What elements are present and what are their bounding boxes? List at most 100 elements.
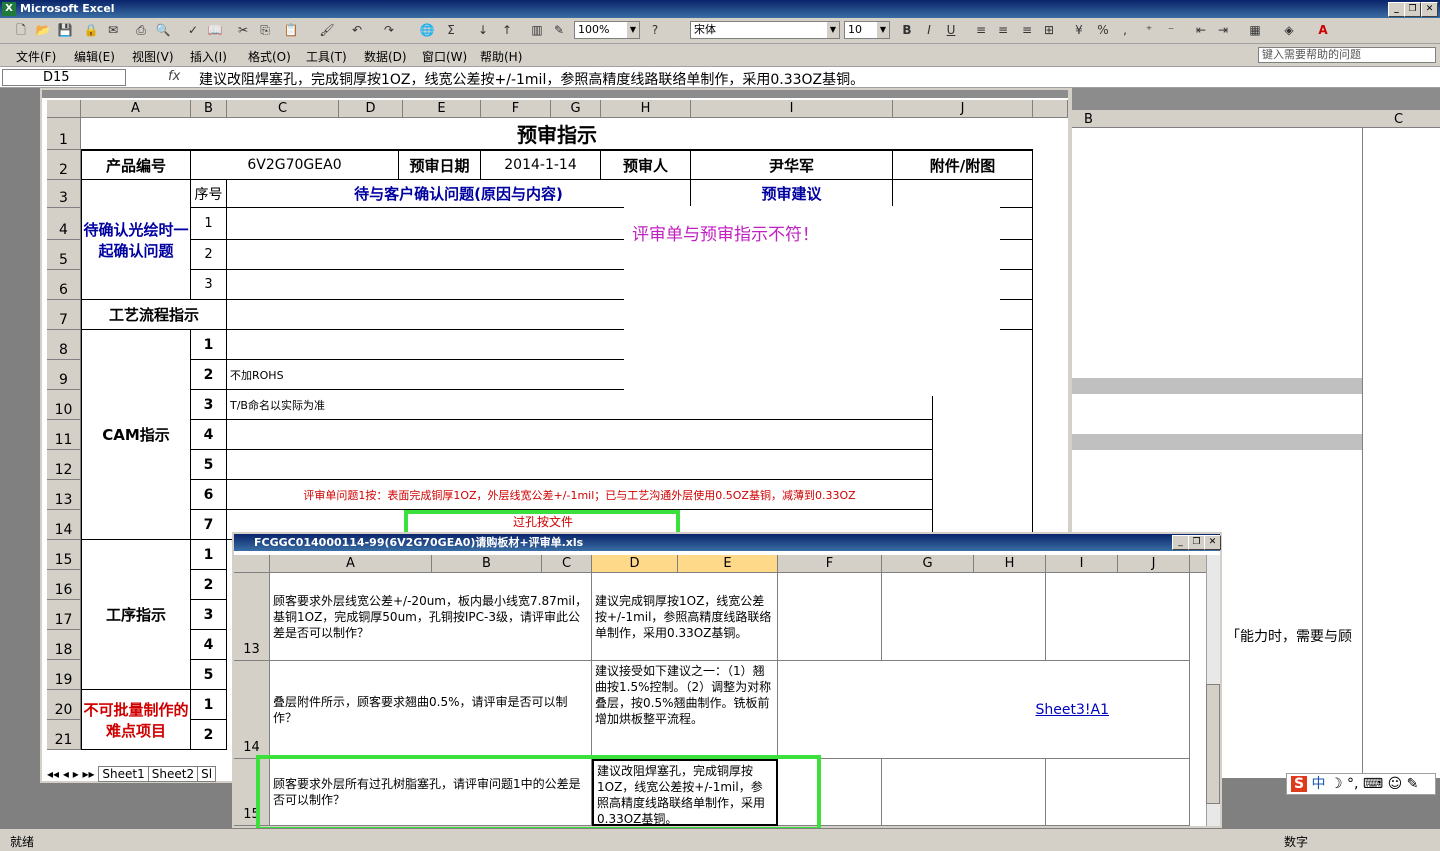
minimize-button[interactable]: _ xyxy=(1388,2,1405,17)
format-painter-icon[interactable]: 🖌 xyxy=(318,21,336,39)
menu-insert[interactable]: 插入(I) xyxy=(190,48,227,65)
cam-cell[interactable] xyxy=(227,450,933,480)
seq-cell[interactable]: 2 xyxy=(191,240,227,270)
wrench-icon[interactable]: ✎ xyxy=(1407,776,1419,792)
row-header-7[interactable]: 7 xyxy=(47,300,81,330)
answer-cell[interactable]: 建议完成铜厚按1OZ，线宽公差按+/-1mil，参照高精度线路联络单制作，采用0… xyxy=(592,573,778,661)
spelling-icon[interactable]: ✓ xyxy=(184,21,202,39)
redo-icon[interactable]: ↷ xyxy=(380,21,398,39)
question-cell[interactable]: 顾客要求外层线宽公差+/-20um，板内最小线宽7.87mil，基铜1OZ，完成… xyxy=(270,573,592,661)
seq-cell[interactable]: 3 xyxy=(191,390,227,420)
row-header-8[interactable]: 8 xyxy=(47,330,81,360)
seq-cell[interactable]: 4 xyxy=(191,630,227,660)
name-box[interactable]: D15 xyxy=(2,69,126,86)
row-header-13[interactable]: 13 xyxy=(47,480,81,510)
restore-button[interactable]: ❐ xyxy=(1404,2,1421,17)
col-header-b[interactable]: B xyxy=(191,100,227,118)
suggest-label[interactable]: 预审建议 xyxy=(691,180,893,208)
new-icon[interactable]: 🗋 xyxy=(12,21,30,39)
italic-icon[interactable]: I xyxy=(920,21,938,39)
ime-toolbar[interactable]: S 中 ☽ °, ⌨ ☺ ✎ xyxy=(1286,773,1436,795)
scroll-thumb[interactable] xyxy=(1206,684,1220,804)
issues-label[interactable]: 待与客户确认问题(原因与内容) xyxy=(227,180,691,208)
row-header-13[interactable]: 13 xyxy=(234,573,270,661)
seq-cell[interactable]: 1 xyxy=(191,208,227,240)
font-size-combo[interactable]: 10 ▼ xyxy=(844,21,890,39)
select-all[interactable] xyxy=(234,555,270,573)
sort-desc-icon[interactable]: ↑ xyxy=(498,21,516,39)
font-color-icon[interactable]: A xyxy=(1314,21,1332,39)
cam-cell[interactable] xyxy=(227,420,933,450)
row-header-14[interactable]: 14 xyxy=(234,661,270,759)
col-header-b[interactable]: B xyxy=(432,555,542,573)
close-button[interactable]: ✕ xyxy=(1204,535,1221,550)
date-value[interactable]: 2014-1-14 xyxy=(481,150,601,180)
restore-button[interactable]: ❐ xyxy=(1188,535,1205,550)
seq-cell[interactable]: 3 xyxy=(191,270,227,300)
seq-label[interactable]: 序号 xyxy=(191,180,227,208)
minimize-button[interactable]: _ xyxy=(1172,535,1189,550)
percent-icon[interactable]: % xyxy=(1094,21,1112,39)
col-header-h[interactable]: H xyxy=(974,555,1046,573)
moon-icon[interactable]: ☽ xyxy=(1330,776,1343,792)
currency-icon[interactable]: ¥ xyxy=(1070,21,1088,39)
cell[interactable] xyxy=(1046,759,1190,826)
attach-cell[interactable] xyxy=(893,180,1033,208)
drawing-icon[interactable]: ✎ xyxy=(550,21,568,39)
seq-cell[interactable]: 5 xyxy=(191,450,227,480)
col-header-h[interactable]: H xyxy=(601,100,691,118)
col-header-a[interactable]: A xyxy=(81,100,191,118)
col-header-e[interactable]: E xyxy=(403,100,481,118)
seq-cell[interactable]: 5 xyxy=(191,660,227,690)
tab-sheet1[interactable]: Sheet1 xyxy=(98,766,149,782)
row-header-17[interactable]: 17 xyxy=(47,600,81,630)
seq-cell[interactable]: 6 xyxy=(191,480,227,510)
tab-sheet2[interactable]: Sheet2 xyxy=(147,766,199,782)
permission-icon[interactable]: 🔒 xyxy=(82,21,100,39)
tab-nav-icon[interactable]: ◂◂ ◂ ▸ ▸▸ xyxy=(47,767,95,781)
row-header-19[interactable]: 19 xyxy=(47,660,81,690)
reviewer-label[interactable]: 预审人 xyxy=(601,150,691,180)
print-icon[interactable]: ⎙ xyxy=(132,21,150,39)
row-header-5[interactable]: 5 xyxy=(47,240,81,270)
row-header-15[interactable]: 15 xyxy=(47,540,81,570)
decrease-indent-icon[interactable]: ⇤ xyxy=(1192,21,1210,39)
row-header-1[interactable]: 1 xyxy=(47,118,81,150)
row-header-6[interactable]: 6 xyxy=(47,270,81,300)
ime-mode[interactable]: 中 xyxy=(1312,776,1326,792)
comment-note[interactable]: 评审单与预审指示不符！ xyxy=(624,206,1000,396)
col-header-d[interactable]: D xyxy=(339,100,403,118)
col-header-f[interactable]: F xyxy=(481,100,551,118)
cell[interactable] xyxy=(1046,573,1190,661)
question-cell[interactable]: 叠层附件所示，顾客要求翘曲0.5%，请评审是否可以制作？ xyxy=(270,661,592,759)
cut-icon[interactable]: ✂ xyxy=(234,21,252,39)
seq-cell[interactable]: 2 xyxy=(191,720,227,750)
product-label[interactable]: 产品编号 xyxy=(81,150,191,180)
col-header-c[interactable]: C xyxy=(227,100,339,118)
seq-cell[interactable]: 1 xyxy=(191,690,227,720)
row-header-14[interactable]: 14 xyxy=(47,510,81,540)
seq-cell[interactable]: 2 xyxy=(191,360,227,390)
keyboard-icon[interactable]: ⌨ xyxy=(1363,776,1383,792)
cell[interactable] xyxy=(778,573,882,661)
align-right-icon[interactable]: ≡ xyxy=(1018,21,1036,39)
row-header-2[interactable]: 2 xyxy=(47,150,81,180)
increase-indent-icon[interactable]: ⇥ xyxy=(1214,21,1232,39)
hyperlink-icon[interactable]: 🌐 xyxy=(418,21,436,39)
print-preview-icon[interactable]: 🔍 xyxy=(154,21,172,39)
open-icon[interactable]: 📂 xyxy=(34,21,52,39)
col-header-g[interactable]: G xyxy=(882,555,974,573)
process-label[interactable]: 工艺流程指示 xyxy=(81,300,227,330)
col-header-a[interactable]: A xyxy=(270,555,432,573)
undo-icon[interactable]: ↶ xyxy=(348,21,366,39)
row-header-9[interactable]: 9 xyxy=(47,360,81,390)
menu-data[interactable]: 数据(D) xyxy=(364,48,407,65)
col-header-i[interactable]: I xyxy=(1046,555,1118,573)
menu-window[interactable]: 窗口(W) xyxy=(422,48,467,65)
zoom-combo[interactable]: 100% ▼ xyxy=(574,21,640,39)
cam-cell[interactable]: 评审单问题1按：表面完成铜厚1OZ，外层线宽公差+/-1mil；已与工艺沟通外层… xyxy=(227,480,933,510)
col-header-g[interactable]: G xyxy=(551,100,601,118)
formula-input[interactable]: 建议改阻焊塞孔，完成铜厚按1OZ，线宽公差按+/-1mil，参照高精度线路联络单… xyxy=(199,69,864,89)
seq-cell[interactable]: 4 xyxy=(191,420,227,450)
product-value[interactable]: 6V2G70GEA0 xyxy=(191,150,399,180)
